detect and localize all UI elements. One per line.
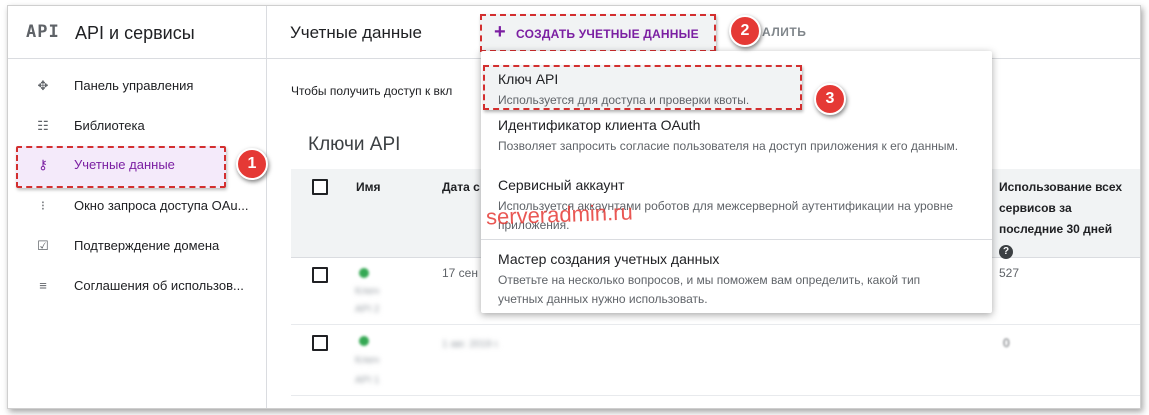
- api-logo: API: [26, 22, 60, 42]
- oauth-consent-icon: ⁝: [40, 198, 46, 213]
- library-icon: ☷: [37, 118, 49, 133]
- column-date: Дата с: [442, 180, 480, 194]
- select-all-checkbox[interactable]: [312, 179, 328, 195]
- column-name: Имя: [356, 180, 381, 194]
- status-ok-icon: [359, 268, 369, 278]
- section-title: Ключи API: [308, 134, 401, 155]
- agreements-icon: ≡: [39, 278, 47, 293]
- sidebar-item-label: Библиотека: [74, 118, 145, 133]
- sidebar-item-oauth-consent[interactable]: ⁝ Окно запроса доступа OAu...: [8, 186, 266, 226]
- menu-item-oauth-client-id[interactable]: Идентификатор клиента OAuth Позволяет за…: [481, 113, 992, 173]
- intro-text: Чтобы получить доступ к вкл: [291, 84, 453, 98]
- table-row: Ключ API 1 1 авг. 2019 г. 0: [291, 325, 1140, 396]
- watermark: serveradmin.ru: [485, 199, 634, 230]
- create-credentials-label: СОЗДАТЬ УЧЕТНЫЕ ДАННЫЕ: [516, 27, 699, 41]
- app-window: API API и сервисы ✥ Панель управления ☷ …: [7, 5, 1141, 409]
- sidebar-item-label: Окно запроса доступа OAu...: [74, 198, 249, 213]
- creation-date: 17 сен: [442, 266, 478, 280]
- sidebar-item-agreements[interactable]: ≡ Соглашения об использов...: [8, 266, 266, 306]
- annotation-step-badge: 3: [814, 83, 846, 115]
- sidebar-item-credentials[interactable]: ⚷ Учетные данные: [8, 145, 266, 185]
- menu-item-credentials-wizard[interactable]: Мастер создания учетных данных Ответьте …: [481, 247, 992, 309]
- status-ok-icon: [359, 336, 369, 346]
- usage-count: 527: [999, 266, 1020, 280]
- menu-item-description: Используется для доступа и проверки квот…: [498, 93, 750, 107]
- row-checkbox[interactable]: [312, 267, 328, 283]
- menu-item-api-key[interactable]: Ключ API Используется для доступа и пров…: [481, 65, 992, 109]
- sidebar-item-label: Соглашения об использов...: [74, 278, 244, 293]
- annotation-step-badge: 1: [236, 148, 268, 180]
- sidebar-item-label: Учетные данные: [74, 157, 175, 172]
- delete-button[interactable]: АЛИТЬ: [762, 25, 806, 39]
- key-name-line2[interactable]: API 2: [355, 304, 379, 315]
- help-icon[interactable]: ?: [999, 245, 1013, 259]
- key-icon: ⚷: [38, 157, 48, 172]
- sidebar-item-label: Подтверждение домена: [74, 238, 220, 253]
- column-usage: Использование всех сервисов за последние…: [999, 177, 1129, 261]
- sidebar-item-dashboard[interactable]: ✥ Панель управления: [8, 66, 266, 106]
- menu-item-description: Позволяет запросить согласие пользовател…: [498, 139, 959, 153]
- menu-item-description: Ответьте на несколько вопросов, и мы пом…: [498, 273, 921, 306]
- menu-item-title: Ключ API: [498, 71, 559, 87]
- create-credentials-menu: Ключ API Используется для доступа и пров…: [481, 51, 992, 313]
- domain-verification-icon: ☑: [37, 238, 49, 253]
- product-title[interactable]: API и сервисы: [75, 23, 195, 44]
- menu-item-title: Сервисный аккаунт: [498, 177, 625, 193]
- creation-date: 1 авг. 2019 г.: [442, 339, 500, 350]
- column-usage-label: Использование всех сервисов за последние…: [999, 180, 1123, 236]
- key-name-line1[interactable]: Ключ: [355, 355, 379, 366]
- row-checkbox[interactable]: [312, 335, 328, 351]
- sidebar-header: API API и сервисы: [8, 6, 266, 59]
- sidebar-item-domain-verification[interactable]: ☑ Подтверждение домена: [8, 226, 266, 266]
- create-credentials-button[interactable]: + СОЗДАТЬ УЧЕТНЫЕ ДАННЫЕ: [480, 14, 716, 52]
- sidebar-item-library[interactable]: ☷ Библиотека: [8, 106, 266, 146]
- dashboard-icon: ✥: [37, 78, 49, 93]
- annotation-step-badge: 2: [729, 15, 761, 47]
- menu-item-title: Идентификатор клиента OAuth: [498, 117, 701, 133]
- page-title: Учетные данные: [290, 23, 422, 42]
- sidebar-item-label: Панель управления: [74, 78, 194, 93]
- usage-count: 0: [1003, 336, 1010, 350]
- key-name-line1[interactable]: Ключ: [355, 286, 379, 297]
- key-name-line2[interactable]: API 1: [355, 375, 379, 386]
- plus-icon: +: [494, 21, 506, 43]
- menu-item-title: Мастер создания учетных данных: [498, 251, 720, 267]
- sidebar: API API и сервисы ✥ Панель управления ☷ …: [8, 6, 267, 408]
- menu-divider: [481, 239, 992, 240]
